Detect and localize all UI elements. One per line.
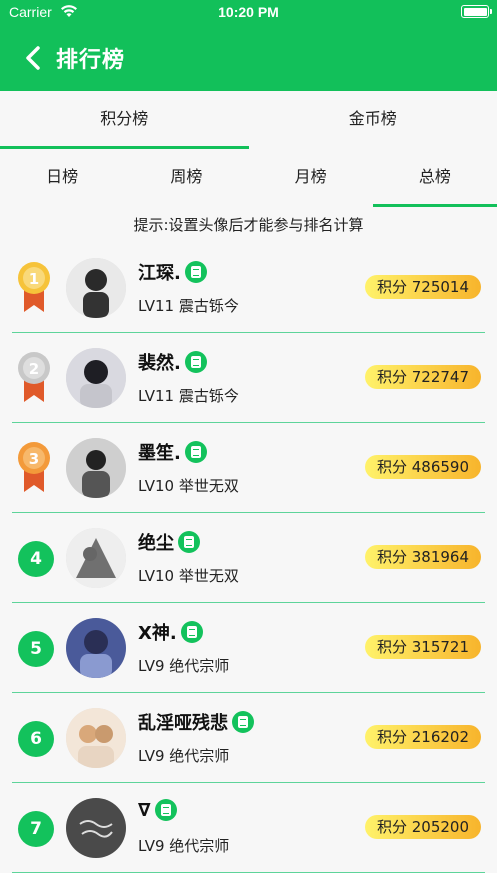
period-tabs: 日榜 周榜 月榜 总榜 bbox=[0, 149, 497, 207]
note-badge-icon bbox=[180, 621, 203, 643]
user-name: ∇ bbox=[138, 799, 151, 821]
user-name: 江琛. bbox=[138, 263, 181, 284]
ranking-type-tabs: 积分榜 金币榜 bbox=[0, 91, 497, 149]
user-name: 墨笙. bbox=[138, 443, 181, 464]
points-badge: 积分 216202 bbox=[364, 725, 481, 749]
note-badge-icon bbox=[184, 441, 207, 463]
rank-number: 4 bbox=[18, 541, 54, 577]
rank-number: 3 bbox=[29, 450, 39, 468]
user-name: 裴然. bbox=[138, 353, 181, 374]
user-level: LV9 绝代宗师 bbox=[138, 837, 230, 855]
gold-medal-icon: 1 bbox=[18, 262, 50, 312]
user-level: LV10 举世无双 bbox=[138, 477, 239, 495]
ranking-row[interactable]: 7 ∇ LV9 绝代宗师 积分 205200 bbox=[12, 783, 485, 873]
user-level: LV9 绝代宗师 bbox=[138, 747, 230, 765]
tab-points[interactable]: 积分榜 bbox=[0, 91, 249, 149]
silver-medal-icon: 2 bbox=[18, 352, 50, 402]
ranking-list: 1 江琛. LV11 震古铄今 积分 725014 2 裴然. LV11 震古铄… bbox=[0, 243, 497, 873]
ranking-tip: 提示:设置头像后才能参与排名计算 bbox=[0, 207, 497, 243]
avatar[interactable] bbox=[66, 438, 126, 498]
user-level: LV11 震古铄今 bbox=[138, 387, 239, 405]
tab-daily[interactable]: 日榜 bbox=[0, 149, 124, 207]
note-badge-icon bbox=[184, 351, 207, 373]
tab-total[interactable]: 总榜 bbox=[372, 149, 497, 207]
chevron-left-icon[interactable] bbox=[22, 44, 46, 72]
points-badge: 积分 315721 bbox=[364, 635, 481, 659]
user-name: 绝尘 bbox=[138, 533, 174, 554]
ranking-row[interactable]: 1 江琛. LV11 震古铄今 积分 725014 bbox=[12, 243, 485, 333]
avatar[interactable] bbox=[66, 798, 126, 858]
ranking-row[interactable]: 6 乱淫哑残悲 LV9 绝代宗师 积分 216202 bbox=[12, 693, 485, 783]
user-level: LV9 绝代宗师 bbox=[138, 657, 230, 675]
user-name: X神. bbox=[138, 623, 177, 644]
rank-number: 2 bbox=[29, 360, 39, 378]
bronze-medal-icon: 3 bbox=[18, 442, 50, 492]
avatar[interactable] bbox=[66, 348, 126, 408]
user-name: 乱淫哑残悲 bbox=[138, 713, 228, 734]
tab-weekly[interactable]: 周榜 bbox=[124, 149, 248, 207]
ranking-row[interactable]: 4 绝尘 LV10 举世无双 积分 381964 bbox=[12, 513, 485, 603]
points-badge: 积分 205200 bbox=[364, 815, 481, 839]
points-badge: 积分 722747 bbox=[364, 365, 481, 389]
avatar[interactable] bbox=[66, 618, 126, 678]
rank-number: 6 bbox=[18, 721, 54, 757]
clock: 10:20 PM bbox=[218, 4, 279, 20]
note-badge-icon bbox=[178, 531, 200, 553]
note-badge-icon bbox=[232, 711, 254, 733]
avatar[interactable] bbox=[66, 708, 126, 768]
tab-coins[interactable]: 金币榜 bbox=[249, 91, 497, 149]
note-badge-icon bbox=[184, 261, 207, 283]
rank-number: 7 bbox=[18, 811, 54, 847]
avatar[interactable] bbox=[66, 528, 126, 588]
user-level: LV10 举世无双 bbox=[138, 567, 239, 585]
user-level: LV11 震古铄今 bbox=[138, 297, 239, 315]
status-bar: Carrier 10:20 PM bbox=[0, 0, 497, 26]
ranking-row[interactable]: 2 裴然. LV11 震古铄今 积分 722747 bbox=[12, 333, 485, 423]
ranking-row[interactable]: 3 墨笙. LV10 举世无双 积分 486590 bbox=[12, 423, 485, 513]
points-badge: 积分 381964 bbox=[364, 545, 481, 569]
tab-monthly[interactable]: 月榜 bbox=[249, 149, 373, 207]
rank-number: 1 bbox=[29, 270, 39, 288]
points-badge: 积分 725014 bbox=[364, 275, 481, 299]
app-header: Carrier 10:20 PM 排行榜 bbox=[0, 0, 497, 91]
ranking-row[interactable]: 5 X神. LV9 绝代宗师 积分 315721 bbox=[12, 603, 485, 693]
note-badge-icon bbox=[154, 799, 177, 821]
points-badge: 积分 486590 bbox=[364, 455, 481, 479]
page-title: 排行榜 bbox=[56, 48, 126, 73]
avatar[interactable] bbox=[66, 258, 126, 318]
rank-number: 5 bbox=[18, 631, 54, 667]
battery-icon bbox=[461, 5, 492, 18]
